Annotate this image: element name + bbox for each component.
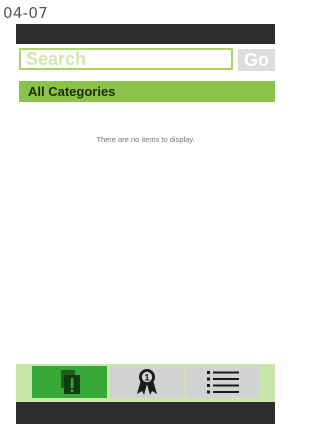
- award-badge-number: 1: [144, 373, 149, 383]
- navigation-bar: [16, 402, 275, 424]
- status-bar: [16, 24, 275, 44]
- go-button[interactable]: Go: [238, 49, 275, 71]
- phone-screen: Go All Categories There are no items to …: [16, 24, 275, 424]
- tab-list[interactable]: [186, 366, 259, 398]
- list-icon: [206, 371, 239, 394]
- empty-list-message: There are no items to display.: [96, 135, 195, 144]
- stacked-documents-exclamation-icon: [60, 370, 80, 394]
- award-ribbon-icon: 1: [136, 369, 157, 395]
- category-selector[interactable]: All Categories: [19, 81, 275, 102]
- bottom-tab-bar: 1: [16, 364, 275, 402]
- search-row: Go: [16, 44, 275, 78]
- tab-new-items[interactable]: [32, 366, 107, 398]
- tab-top-rated[interactable]: 1: [110, 366, 183, 398]
- search-input[interactable]: [19, 48, 233, 70]
- screenshot-caption: 04-07: [3, 4, 49, 22]
